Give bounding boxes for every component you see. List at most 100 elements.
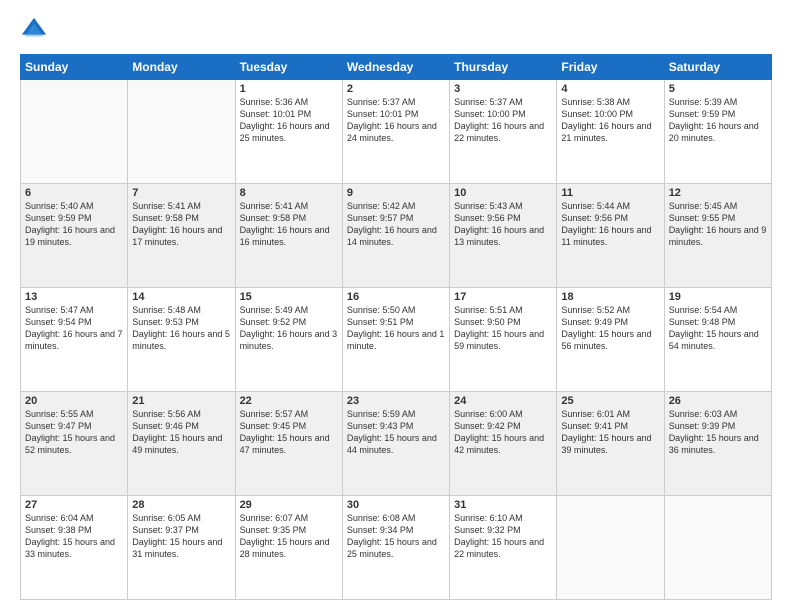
day-number: 25: [561, 395, 659, 407]
day-info: Sunrise: 5:44 AM Sunset: 9:56 PM Dayligh…: [561, 200, 659, 249]
day-cell: 7Sunrise: 5:41 AM Sunset: 9:58 PM Daylig…: [128, 184, 235, 288]
day-number: 3: [454, 83, 552, 95]
day-number: 14: [132, 291, 230, 303]
day-info: Sunrise: 5:47 AM Sunset: 9:54 PM Dayligh…: [25, 304, 123, 353]
day-cell: 6Sunrise: 5:40 AM Sunset: 9:59 PM Daylig…: [21, 184, 128, 288]
day-number: 5: [669, 83, 767, 95]
day-cell: 10Sunrise: 5:43 AM Sunset: 9:56 PM Dayli…: [450, 184, 557, 288]
day-cell: 4Sunrise: 5:38 AM Sunset: 10:00 PM Dayli…: [557, 80, 664, 184]
day-number: 28: [132, 499, 230, 511]
day-cell: 25Sunrise: 6:01 AM Sunset: 9:41 PM Dayli…: [557, 392, 664, 496]
col-header-tuesday: Tuesday: [235, 55, 342, 80]
day-info: Sunrise: 5:38 AM Sunset: 10:00 PM Daylig…: [561, 96, 659, 145]
header: [20, 16, 772, 44]
day-number: 19: [669, 291, 767, 303]
day-cell: 30Sunrise: 6:08 AM Sunset: 9:34 PM Dayli…: [342, 496, 449, 600]
day-cell: [128, 80, 235, 184]
day-number: 11: [561, 187, 659, 199]
day-info: Sunrise: 5:42 AM Sunset: 9:57 PM Dayligh…: [347, 200, 445, 249]
day-number: 27: [25, 499, 123, 511]
day-cell: 21Sunrise: 5:56 AM Sunset: 9:46 PM Dayli…: [128, 392, 235, 496]
week-row-3: 13Sunrise: 5:47 AM Sunset: 9:54 PM Dayli…: [21, 288, 772, 392]
day-info: Sunrise: 5:55 AM Sunset: 9:47 PM Dayligh…: [25, 408, 123, 457]
col-header-thursday: Thursday: [450, 55, 557, 80]
calendar: SundayMondayTuesdayWednesdayThursdayFrid…: [20, 54, 772, 600]
day-cell: 8Sunrise: 5:41 AM Sunset: 9:58 PM Daylig…: [235, 184, 342, 288]
day-info: Sunrise: 5:57 AM Sunset: 9:45 PM Dayligh…: [240, 408, 338, 457]
day-cell: 22Sunrise: 5:57 AM Sunset: 9:45 PM Dayli…: [235, 392, 342, 496]
day-number: 7: [132, 187, 230, 199]
week-row-5: 27Sunrise: 6:04 AM Sunset: 9:38 PM Dayli…: [21, 496, 772, 600]
col-header-sunday: Sunday: [21, 55, 128, 80]
day-info: Sunrise: 5:39 AM Sunset: 9:59 PM Dayligh…: [669, 96, 767, 145]
day-info: Sunrise: 5:41 AM Sunset: 9:58 PM Dayligh…: [132, 200, 230, 249]
day-number: 26: [669, 395, 767, 407]
col-header-monday: Monday: [128, 55, 235, 80]
day-cell: 1Sunrise: 5:36 AM Sunset: 10:01 PM Dayli…: [235, 80, 342, 184]
day-number: 8: [240, 187, 338, 199]
day-number: 29: [240, 499, 338, 511]
day-number: 15: [240, 291, 338, 303]
day-number: 21: [132, 395, 230, 407]
day-number: 10: [454, 187, 552, 199]
day-info: Sunrise: 5:45 AM Sunset: 9:55 PM Dayligh…: [669, 200, 767, 249]
day-info: Sunrise: 5:37 AM Sunset: 10:01 PM Daylig…: [347, 96, 445, 145]
col-header-saturday: Saturday: [664, 55, 771, 80]
day-number: 12: [669, 187, 767, 199]
day-cell: 29Sunrise: 6:07 AM Sunset: 9:35 PM Dayli…: [235, 496, 342, 600]
day-cell: 27Sunrise: 6:04 AM Sunset: 9:38 PM Dayli…: [21, 496, 128, 600]
day-info: Sunrise: 5:56 AM Sunset: 9:46 PM Dayligh…: [132, 408, 230, 457]
day-number: 31: [454, 499, 552, 511]
day-cell: [664, 496, 771, 600]
day-cell: 15Sunrise: 5:49 AM Sunset: 9:52 PM Dayli…: [235, 288, 342, 392]
day-info: Sunrise: 5:49 AM Sunset: 9:52 PM Dayligh…: [240, 304, 338, 353]
day-cell: 12Sunrise: 5:45 AM Sunset: 9:55 PM Dayli…: [664, 184, 771, 288]
week-row-1: 1Sunrise: 5:36 AM Sunset: 10:01 PM Dayli…: [21, 80, 772, 184]
week-row-4: 20Sunrise: 5:55 AM Sunset: 9:47 PM Dayli…: [21, 392, 772, 496]
day-cell: 26Sunrise: 6:03 AM Sunset: 9:39 PM Dayli…: [664, 392, 771, 496]
day-cell: 3Sunrise: 5:37 AM Sunset: 10:00 PM Dayli…: [450, 80, 557, 184]
day-info: Sunrise: 5:48 AM Sunset: 9:53 PM Dayligh…: [132, 304, 230, 353]
day-info: Sunrise: 5:36 AM Sunset: 10:01 PM Daylig…: [240, 96, 338, 145]
col-header-friday: Friday: [557, 55, 664, 80]
day-info: Sunrise: 6:05 AM Sunset: 9:37 PM Dayligh…: [132, 512, 230, 561]
day-number: 9: [347, 187, 445, 199]
day-cell: 16Sunrise: 5:50 AM Sunset: 9:51 PM Dayli…: [342, 288, 449, 392]
day-info: Sunrise: 5:41 AM Sunset: 9:58 PM Dayligh…: [240, 200, 338, 249]
day-info: Sunrise: 5:50 AM Sunset: 9:51 PM Dayligh…: [347, 304, 445, 353]
day-info: Sunrise: 6:10 AM Sunset: 9:32 PM Dayligh…: [454, 512, 552, 561]
day-cell: 14Sunrise: 5:48 AM Sunset: 9:53 PM Dayli…: [128, 288, 235, 392]
header-row: SundayMondayTuesdayWednesdayThursdayFrid…: [21, 55, 772, 80]
day-info: Sunrise: 6:01 AM Sunset: 9:41 PM Dayligh…: [561, 408, 659, 457]
day-cell: [557, 496, 664, 600]
day-info: Sunrise: 5:51 AM Sunset: 9:50 PM Dayligh…: [454, 304, 552, 353]
day-number: 13: [25, 291, 123, 303]
day-cell: 19Sunrise: 5:54 AM Sunset: 9:48 PM Dayli…: [664, 288, 771, 392]
day-number: 22: [240, 395, 338, 407]
day-cell: 11Sunrise: 5:44 AM Sunset: 9:56 PM Dayli…: [557, 184, 664, 288]
day-info: Sunrise: 6:04 AM Sunset: 9:38 PM Dayligh…: [25, 512, 123, 561]
day-cell: 13Sunrise: 5:47 AM Sunset: 9:54 PM Dayli…: [21, 288, 128, 392]
day-info: Sunrise: 6:00 AM Sunset: 9:42 PM Dayligh…: [454, 408, 552, 457]
day-number: 4: [561, 83, 659, 95]
day-info: Sunrise: 5:52 AM Sunset: 9:49 PM Dayligh…: [561, 304, 659, 353]
day-info: Sunrise: 6:07 AM Sunset: 9:35 PM Dayligh…: [240, 512, 338, 561]
day-info: Sunrise: 5:54 AM Sunset: 9:48 PM Dayligh…: [669, 304, 767, 353]
day-info: Sunrise: 5:59 AM Sunset: 9:43 PM Dayligh…: [347, 408, 445, 457]
day-cell: [21, 80, 128, 184]
day-info: Sunrise: 5:37 AM Sunset: 10:00 PM Daylig…: [454, 96, 552, 145]
day-number: 1: [240, 83, 338, 95]
day-cell: 20Sunrise: 5:55 AM Sunset: 9:47 PM Dayli…: [21, 392, 128, 496]
day-number: 18: [561, 291, 659, 303]
day-info: Sunrise: 5:43 AM Sunset: 9:56 PM Dayligh…: [454, 200, 552, 249]
day-number: 23: [347, 395, 445, 407]
day-cell: 23Sunrise: 5:59 AM Sunset: 9:43 PM Dayli…: [342, 392, 449, 496]
day-cell: 9Sunrise: 5:42 AM Sunset: 9:57 PM Daylig…: [342, 184, 449, 288]
day-cell: 17Sunrise: 5:51 AM Sunset: 9:50 PM Dayli…: [450, 288, 557, 392]
day-info: Sunrise: 6:08 AM Sunset: 9:34 PM Dayligh…: [347, 512, 445, 561]
day-number: 2: [347, 83, 445, 95]
day-cell: 24Sunrise: 6:00 AM Sunset: 9:42 PM Dayli…: [450, 392, 557, 496]
day-number: 16: [347, 291, 445, 303]
col-header-wednesday: Wednesday: [342, 55, 449, 80]
logo: [20, 16, 52, 44]
